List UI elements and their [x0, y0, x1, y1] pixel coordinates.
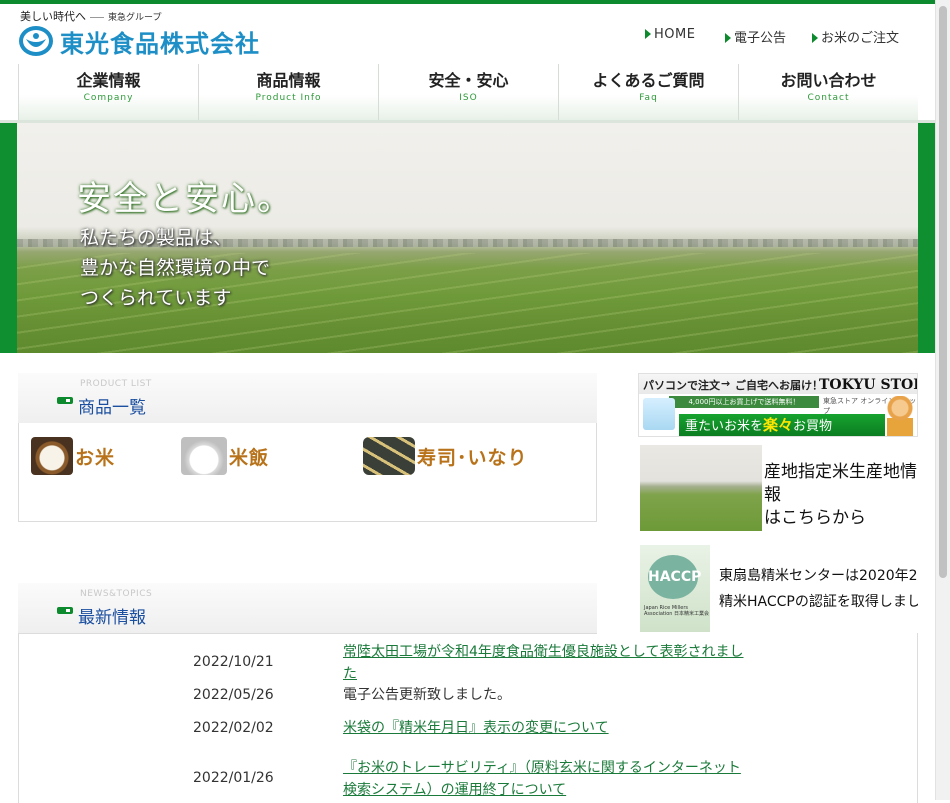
triangle-bullet-icon — [812, 33, 818, 43]
tokyu-store-banner[interactable]: パソコンで注文 → ご自宅へお届け！ TOKYU STORE 4,000円以上お… — [638, 373, 918, 437]
slogan-post: お買物 — [793, 419, 833, 434]
nav-sublabel: Contact — [807, 93, 850, 103]
product-label: お米 — [75, 446, 116, 469]
section-heading: 最新情報 — [78, 608, 146, 628]
triangle-bullet-icon — [645, 29, 651, 39]
slogan-pre: 重たいお米を — [685, 419, 764, 434]
production-region-banner[interactable]: 産地指定米生産地情報 はこちらから — [638, 443, 918, 533]
news-date: 2022/05/26 — [193, 687, 274, 703]
nav-label: よくあるご質問 — [592, 71, 705, 90]
nav-contact[interactable]: お問い合わせ Contact — [738, 64, 918, 120]
haccp-logo: HACCP Japan Rice Millers Association 日本精… — [640, 545, 710, 632]
nav-sublabel: ISO — [459, 93, 478, 103]
nav-label: 企業情報 — [76, 71, 141, 90]
company-name: 東光食品株式会社 — [60, 29, 260, 58]
nav-label: 安全・安心 — [428, 71, 509, 90]
global-nav: 企業情報 Company 商品情報 Product Info 安全・安心 ISO よく… — [18, 64, 918, 120]
product-list-heading: PRODUCT LIST 商品一覧 — [18, 373, 597, 424]
haccp-text: 東扇島精米センターは2020年2月 精米HACCPの認証を取得しました — [719, 563, 918, 615]
product-list: お米 米飯 寿司･いなり — [18, 423, 597, 522]
product-label: 米飯 — [229, 446, 270, 469]
nav-faq[interactable]: よくあるご質問 Faq — [558, 64, 738, 120]
news-date: 2022/10/21 — [193, 654, 274, 670]
product-label: 寿司･いなり — [417, 446, 528, 469]
product-rice[interactable]: お米 — [31, 435, 115, 477]
hero-line: 私たちの製品は、 — [80, 227, 233, 249]
news-heading: NEWS&TOPICS 最新情報 — [18, 583, 597, 634]
hero-subtitle: 私たちの製品は、 豊かな自然環境の中で つくられています — [80, 223, 270, 313]
section-bullet-icon — [57, 607, 73, 614]
section-heading: 商品一覧 — [78, 398, 146, 418]
vertical-scrollbar[interactable] — [935, 0, 950, 800]
company-emblem-icon — [18, 25, 54, 57]
news-date: 2022/02/02 — [193, 720, 274, 736]
hero-line: つくられています — [80, 287, 232, 309]
tokyu-store-logo: TOKYU STORE — [819, 377, 917, 393]
util-link-label: 電子公告 — [734, 31, 787, 46]
util-link-label: HOME — [654, 27, 696, 42]
banner-line: 産地指定米生産地情報 — [764, 462, 917, 505]
nav-sublabel: Product Info — [255, 93, 322, 103]
nav-iso[interactable]: 安全・安心 ISO — [378, 64, 558, 120]
rice-bowl-icon — [31, 437, 73, 475]
scrollbar-thumb[interactable] — [939, 6, 947, 578]
tagline: 美しい時代へ 東急グループ — [20, 8, 161, 24]
shopper-illustration-icon — [887, 396, 913, 436]
nav-label: 商品情報 — [256, 71, 321, 90]
arrow-icon: → — [721, 377, 731, 390]
news-link[interactable]: 常陸太田工場が令和4年度食品衛生優良施設として表彰されました — [343, 641, 753, 685]
haccp-banner[interactable]: HACCP Japan Rice Millers Association 日本精… — [638, 545, 918, 632]
page: 美しい時代へ 東急グループ 東光食品株式会社 HOME 電子公告 お米のご注文 企… — [0, 0, 935, 803]
banner-line: 精米HACCPの認証を取得しました — [719, 594, 918, 610]
triangle-bullet-icon — [725, 33, 731, 43]
util-link-home[interactable]: HOME — [645, 27, 695, 42]
tagline-divider — [90, 16, 104, 18]
news-text: 電子公告更新致しました。 — [343, 687, 511, 703]
nav-label: お問い合わせ — [780, 71, 877, 90]
haccp-mark: HACCP — [648, 555, 701, 599]
util-link-public-notice[interactable]: 電子公告 — [725, 27, 786, 46]
top-accent-line — [0, 0, 935, 4]
section-heading-en: PRODUCT LIST — [80, 379, 152, 389]
production-region-text: 産地指定米生産地情報 はこちらから — [764, 461, 918, 530]
cooked-rice-icon — [181, 437, 227, 475]
section-heading-en: NEWS&TOPICS — [80, 589, 153, 599]
nav-product-info[interactable]: 商品情報 Product Info — [198, 64, 378, 120]
rice-field-photo: 安全と安心。 私たちの製品は、 豊かな自然環境の中で つくられています — [17, 123, 918, 353]
tagline-text: 美しい時代へ — [20, 10, 86, 23]
group-name: 東急グループ — [108, 13, 162, 23]
nav-sublabel: Company — [83, 93, 134, 103]
banner-line: 東扇島精米センターは2020年2月 — [719, 568, 918, 584]
hero-line: 豊かな自然環境の中で — [80, 257, 271, 279]
haccp-org-text: Japan Rice Millers Association 日本精米工業会 — [644, 605, 710, 617]
delivery-truck-icon — [643, 398, 675, 430]
util-link-rice-order[interactable]: お米のご注文 — [812, 27, 899, 46]
section-bullet-icon — [57, 397, 73, 404]
news-date: 2022/01/26 — [193, 770, 274, 786]
company-logo[interactable]: 東光食品株式会社 — [18, 24, 260, 58]
product-cooked-rice[interactable]: 米飯 — [181, 435, 269, 477]
tokyu-banner-header: パソコンで注文 → ご自宅へお届け！ TOKYU STORE — [639, 374, 917, 394]
rice-field-thumbnail — [640, 445, 762, 531]
nav-sublabel: Faq — [639, 93, 658, 103]
news-link[interactable]: 米袋の『精米年月日』表示の変更について — [343, 717, 753, 739]
util-link-label: お米のご注文 — [821, 31, 900, 46]
slogan-highlight: 楽々 — [763, 416, 794, 434]
sushi-tray-icon — [363, 437, 415, 475]
tokyu-order-text: パソコンで注文 — [643, 379, 720, 392]
tokyu-delivery-text: ご自宅へお届け！ — [735, 379, 823, 392]
banner-line: はこちらから — [764, 508, 866, 528]
product-sushi[interactable]: 寿司･いなり — [363, 435, 528, 477]
nav-company[interactable]: 企業情報 Company — [18, 64, 198, 120]
hero-title: 安全と安心。 — [77, 179, 293, 219]
hero-banner: 安全と安心。 私たちの製品は、 豊かな自然環境の中で つくられています — [0, 123, 935, 353]
news-link[interactable]: 『お米のトレーサビリティ』（原料玄米に関するインターネット検索システム）の運用終… — [343, 757, 753, 801]
tokyu-banner-slogan: 重たいお米を楽々お買物 — [679, 414, 885, 436]
news-list: 2022/10/21 常陸太田工場が令和4年度食品衛生優良施設として表彰されまし… — [18, 633, 918, 803]
free-shipping-text: 4,000円以上お買上げで送料無料！ — [669, 396, 819, 408]
